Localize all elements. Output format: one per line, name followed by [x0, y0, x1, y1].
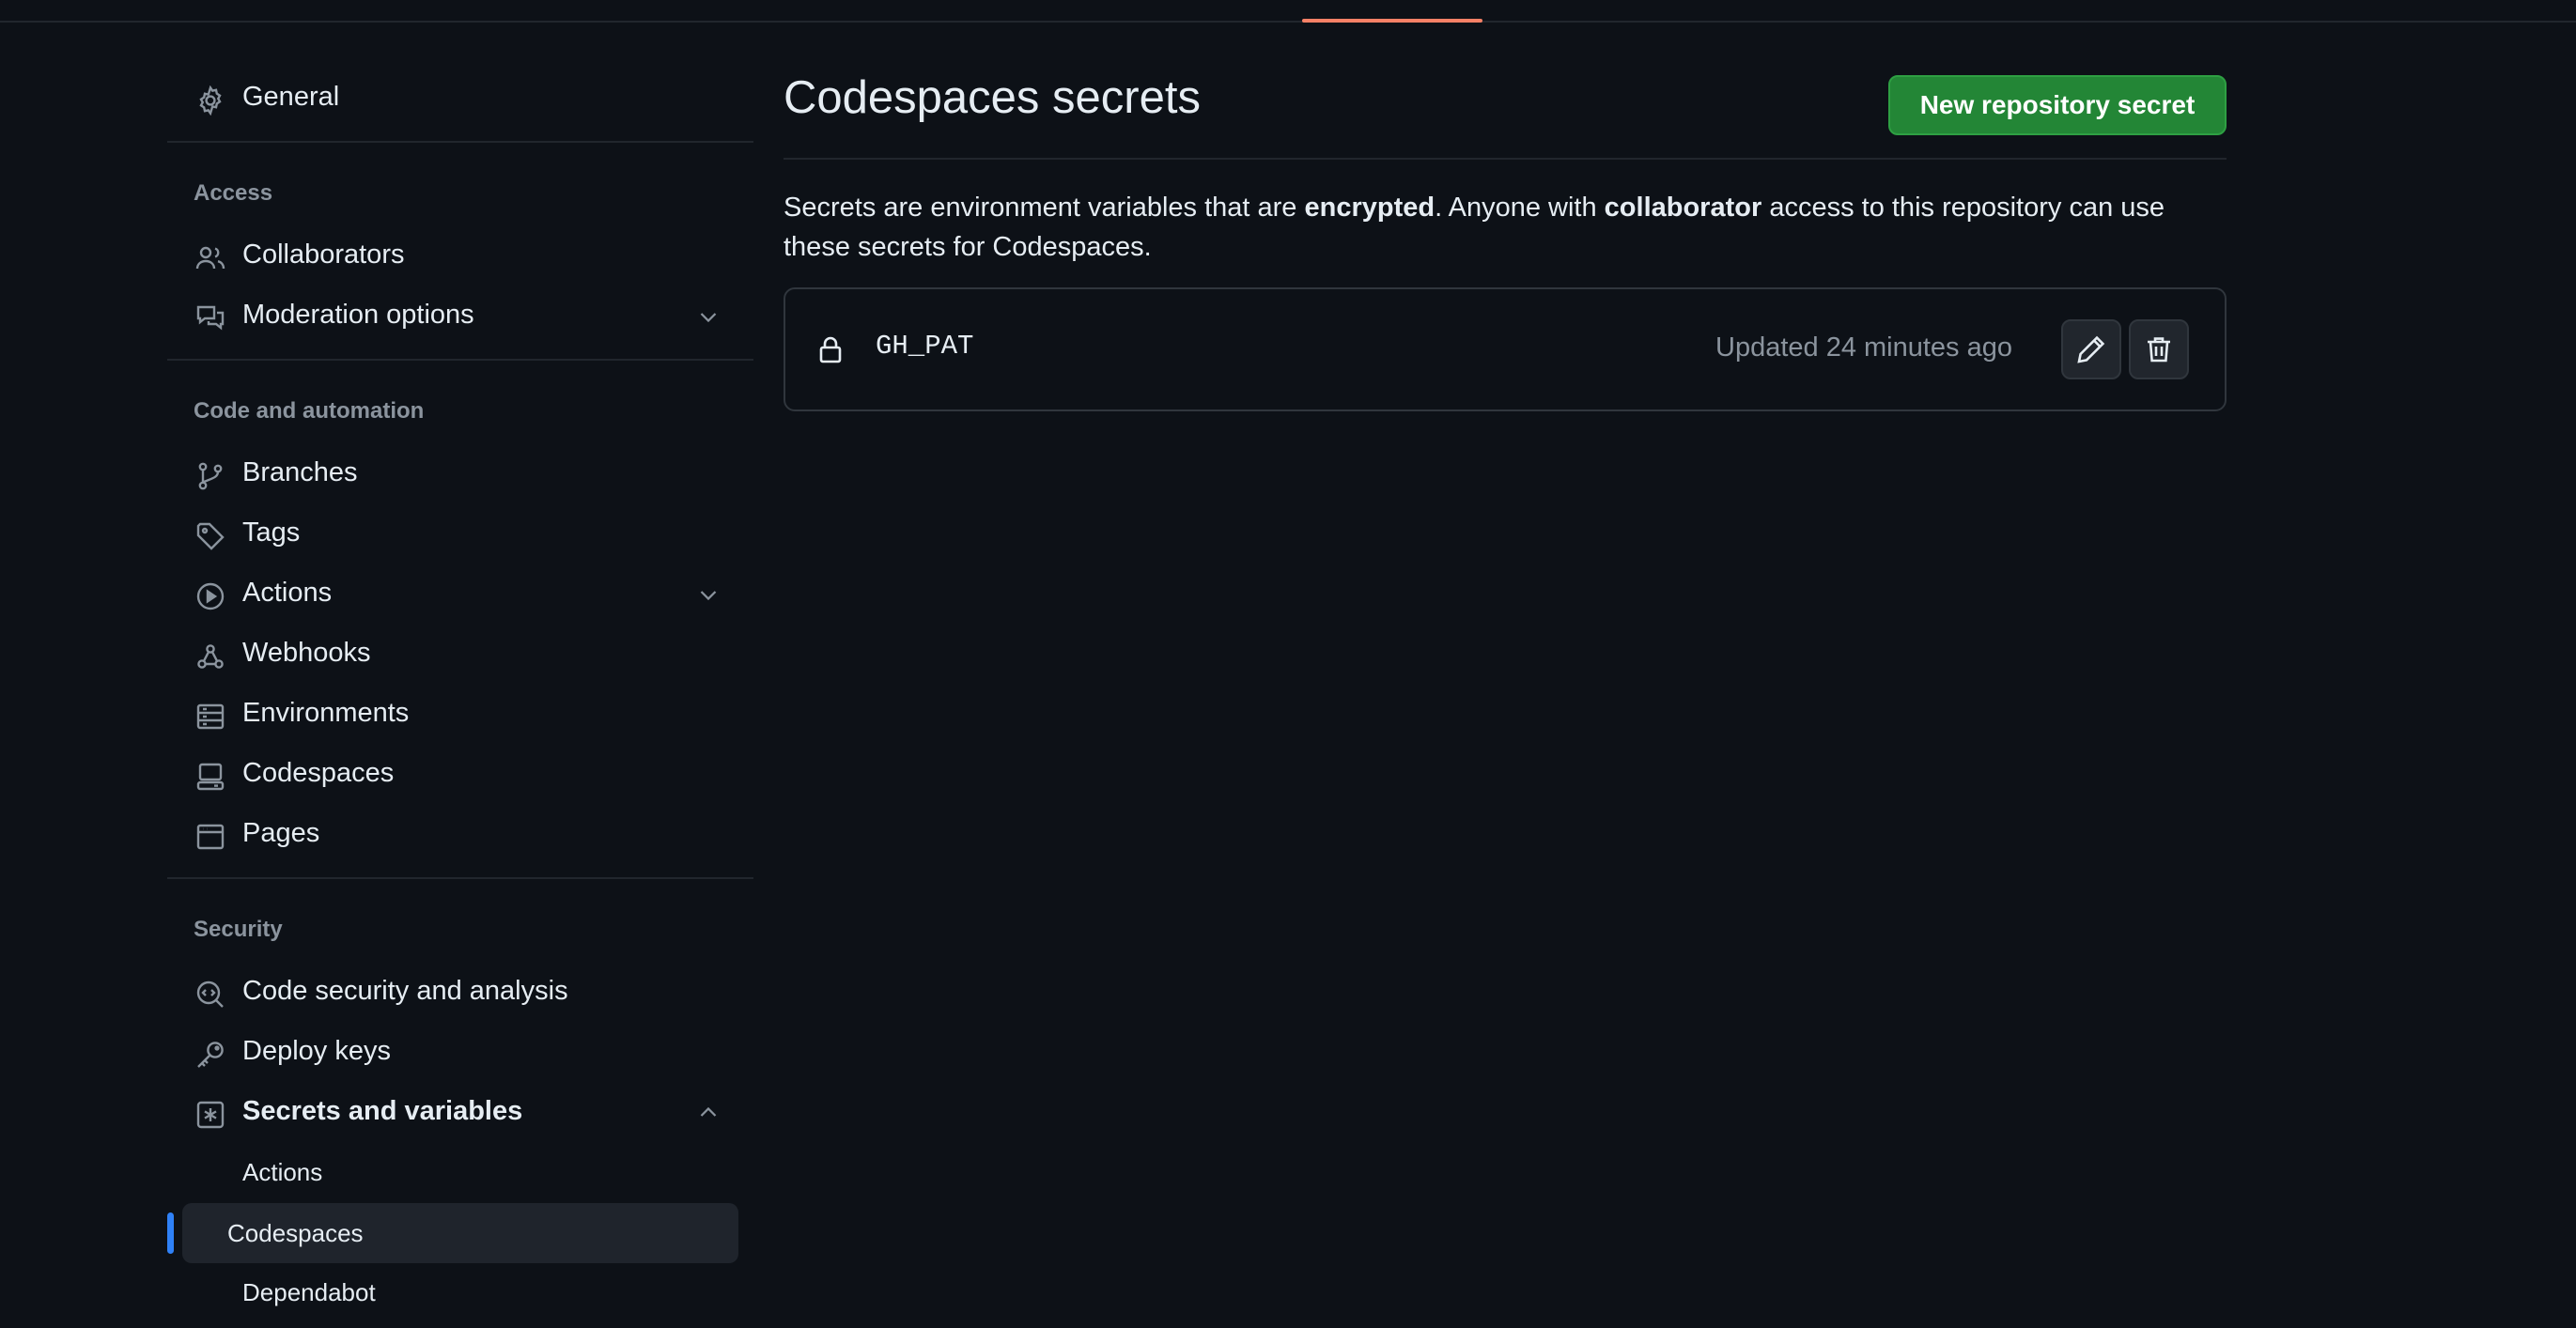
chevron-down-icon: [697, 305, 720, 328]
description-text: Secrets are environment variables that a…: [784, 193, 1305, 223]
webhook-icon: [195, 641, 225, 672]
server-icon: [195, 702, 225, 732]
tag-icon: [195, 521, 225, 551]
sidebar-item-branches[interactable]: Branches: [167, 444, 753, 501]
title-divider: [784, 158, 2227, 160]
sidebar-item-code-security[interactable]: Code security and analysis: [167, 963, 753, 1019]
sidebar-subitem-dependabot[interactable]: Dependabot: [182, 1262, 753, 1322]
sidebar-subitem-label: Codespaces: [227, 1219, 364, 1247]
header-divider: [0, 21, 2576, 23]
description: Secrets are environment variables that a…: [784, 188, 2227, 267]
browser-icon: [195, 822, 225, 852]
sidebar-divider: [167, 141, 753, 143]
sidebar-item-label: Environments: [242, 698, 410, 728]
sidebar-item-label: Moderation options: [242, 300, 474, 330]
edit-secret-button[interactable]: [2061, 319, 2121, 379]
secret-updated-time: Updated 24 minutes ago: [1715, 332, 2012, 363]
comment-discussion-icon: [195, 303, 225, 333]
sidebar-subitem-label: Actions: [242, 1158, 323, 1186]
active-item-indicator: [167, 1212, 174, 1254]
section-title-access: Access: [194, 180, 273, 206]
codespaces-icon: [195, 762, 225, 792]
lock-icon: [815, 334, 846, 364]
gear-icon: [195, 85, 225, 116]
sidebar-item-label: Branches: [242, 457, 358, 487]
people-icon: [195, 243, 225, 273]
sidebar-item-label: Actions: [242, 578, 333, 608]
sidebar-item-label: Deploy keys: [242, 1036, 391, 1066]
sidebar-item-label: Webhooks: [242, 638, 371, 668]
delete-secret-button[interactable]: [2129, 319, 2189, 379]
key-asterisk-icon: [195, 1100, 225, 1130]
sidebar-item-label: Tags: [242, 517, 301, 548]
section-title-code-automation: Code and automation: [194, 398, 425, 424]
sidebar-item-moderation[interactable]: Moderation options: [167, 286, 753, 343]
chevron-up-icon: [697, 1102, 720, 1124]
sidebar-item-label: Pages: [242, 818, 320, 848]
play-icon: [195, 581, 225, 611]
description-emphasis: collaborator: [1604, 193, 1762, 223]
page-title: Codespaces secrets: [784, 72, 1201, 123]
sidebar-item-pages[interactable]: Pages: [167, 805, 753, 861]
sidebar-subitem-actions[interactable]: Actions: [182, 1142, 753, 1202]
sidebar-subitem-label: Dependabot: [242, 1278, 376, 1306]
sidebar-item-webhooks[interactable]: Webhooks: [167, 625, 753, 681]
section-title-security: Security: [194, 917, 283, 942]
selected-tab-underline: [1302, 19, 1482, 23]
sidebar-divider: [167, 359, 753, 361]
secret-name: GH_PAT: [876, 331, 974, 362]
sidebar-item-label: Collaborators: [242, 239, 405, 270]
sidebar-item-tags[interactable]: Tags: [167, 504, 753, 561]
pencil-icon: [2076, 334, 2106, 364]
description-text: . Anyone with: [1435, 193, 1605, 223]
key-icon: [195, 1040, 225, 1070]
sidebar-item-label: Codespaces: [242, 758, 395, 788]
git-branch-icon: [195, 461, 225, 491]
description-emphasis: encrypted: [1304, 193, 1435, 223]
trash-icon: [2144, 334, 2174, 364]
sidebar-item-label: Code security and analysis: [242, 976, 568, 1006]
sidebar-item-label: Secrets and variables: [242, 1096, 523, 1126]
sidebar-item-environments[interactable]: Environments: [167, 685, 753, 741]
sidebar-divider: [167, 877, 753, 879]
codescan-icon: [195, 980, 225, 1010]
sidebar-item-general[interactable]: General: [167, 69, 753, 125]
new-repository-secret-button[interactable]: New repository secret: [1888, 75, 2227, 135]
sidebar-item-deploy-keys[interactable]: Deploy keys: [167, 1023, 753, 1079]
sidebar-subitem-codespaces[interactable]: Codespaces: [182, 1203, 738, 1263]
chevron-down-icon: [697, 583, 720, 606]
sidebar-item-collaborators[interactable]: Collaborators: [167, 226, 753, 283]
sidebar-item-codespaces[interactable]: Codespaces: [167, 745, 753, 801]
sidebar-item-label: General: [242, 82, 340, 112]
secret-row: GH_PAT Updated 24 minutes ago: [784, 287, 2227, 411]
sidebar-item-actions[interactable]: Actions: [167, 564, 753, 621]
sidebar-item-secrets-and-variables[interactable]: Secrets and variables: [167, 1083, 753, 1139]
